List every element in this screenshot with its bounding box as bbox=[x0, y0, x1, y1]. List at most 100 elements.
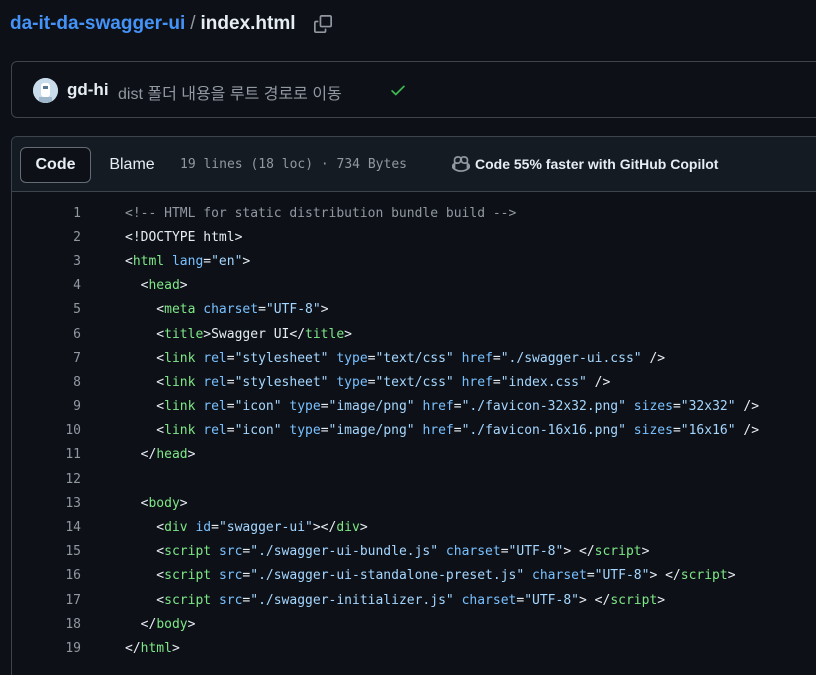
code-token: type bbox=[289, 399, 321, 415]
line-content: </html> bbox=[125, 641, 180, 656]
code-token: "./swagger-initializer.js" bbox=[250, 592, 454, 608]
commit-author[interactable]: gd-hi bbox=[67, 80, 109, 100]
line-number[interactable]: 15 bbox=[12, 544, 81, 559]
code-token: < bbox=[125, 326, 165, 342]
code-token: /> bbox=[735, 423, 760, 439]
check-icon[interactable] bbox=[389, 81, 407, 104]
line-number[interactable]: 11 bbox=[12, 447, 81, 462]
code-token: <!-- HTML for static distribution bundle… bbox=[125, 205, 517, 221]
code-token: "index.css" bbox=[500, 374, 587, 390]
line-content: <script src="./swagger-initializer.js" c… bbox=[125, 593, 665, 608]
code-token: src bbox=[218, 592, 243, 608]
line-number[interactable]: 19 bbox=[12, 641, 81, 656]
line-number[interactable]: 18 bbox=[12, 617, 81, 632]
line-number[interactable]: 6 bbox=[12, 327, 81, 342]
code-token: "./favicon-32x32.png" bbox=[461, 399, 626, 415]
code-token: > bbox=[187, 616, 196, 632]
code-token: < bbox=[125, 253, 133, 269]
code-token: < bbox=[125, 592, 165, 608]
code-token: < bbox=[125, 350, 165, 366]
code-token: charset bbox=[445, 544, 501, 560]
line-number[interactable]: 4 bbox=[12, 278, 81, 293]
code-line: 1 <!-- HTML for static distribution bundl… bbox=[12, 201, 816, 225]
line-number[interactable]: 17 bbox=[12, 593, 81, 608]
line-number[interactable]: 16 bbox=[12, 568, 81, 583]
line-number[interactable]: 13 bbox=[12, 496, 81, 511]
line-number[interactable]: 2 bbox=[12, 230, 81, 245]
code-token: html bbox=[132, 253, 165, 269]
code-token: "stylesheet" bbox=[234, 374, 329, 390]
line-number[interactable]: 12 bbox=[12, 472, 81, 487]
code-token: < bbox=[125, 399, 165, 415]
code-token: type bbox=[336, 350, 368, 366]
code-token: "./swagger-ui-bundle.js" bbox=[250, 544, 439, 560]
code-token: link bbox=[164, 399, 196, 415]
commit-message[interactable]: dist 폴더 내용을 루트 경로로 이동 bbox=[118, 80, 342, 104]
breadcrumb: da-it-da-swagger-ui / index.html bbox=[10, 12, 296, 36]
code-token: </ bbox=[125, 447, 157, 463]
code-token: "icon" bbox=[234, 399, 282, 415]
code-token: </ bbox=[125, 616, 157, 632]
code-token: link bbox=[164, 423, 196, 439]
code-token: script bbox=[164, 592, 212, 608]
code-token: "./swagger-ui-standalone-preset.js" bbox=[250, 568, 525, 584]
code-line: 19 </html> bbox=[12, 636, 816, 660]
code-token: > bbox=[179, 278, 188, 294]
copy-path-button[interactable] bbox=[311, 12, 335, 36]
code-token: "UTF-8" bbox=[524, 592, 579, 608]
blame-tab[interactable]: Blame bbox=[94, 147, 170, 183]
code-token: id bbox=[195, 520, 212, 536]
code-token: href bbox=[461, 374, 493, 390]
line-content: <div id="swagger-ui"></div> bbox=[125, 520, 367, 536]
breadcrumb-separator: / bbox=[190, 13, 196, 34]
line-content: <link rel="stylesheet" type="text/css" h… bbox=[125, 351, 665, 366]
code-token: charset bbox=[532, 568, 587, 584]
code-token: href bbox=[461, 350, 493, 366]
code-line: 6 <title>Swagger UI</title> bbox=[12, 322, 816, 346]
line-content: <body> bbox=[125, 496, 188, 511]
code-tab[interactable]: Code bbox=[20, 147, 91, 183]
code-token: /> bbox=[586, 374, 611, 390]
code-token: "swagger-ui" bbox=[218, 520, 313, 536]
code-token: head bbox=[156, 447, 188, 463]
code-token: type bbox=[336, 374, 368, 390]
line-number[interactable]: 10 bbox=[12, 423, 81, 438]
avatar[interactable] bbox=[33, 78, 58, 103]
code-token: div bbox=[164, 520, 188, 536]
line-number[interactable]: 1 bbox=[12, 206, 81, 221]
line-number[interactable]: 3 bbox=[12, 254, 81, 269]
code-token: > bbox=[187, 447, 196, 463]
line-number[interactable]: 7 bbox=[12, 351, 81, 366]
copilot-promo[interactable]: Code 55% faster with GitHub Copilot bbox=[452, 155, 718, 173]
code-token: src bbox=[218, 544, 243, 560]
line-content: <link rel="icon" type="image/png" href="… bbox=[125, 423, 759, 438]
line-number[interactable]: 5 bbox=[12, 302, 81, 317]
file-name: index.html bbox=[200, 13, 296, 34]
line-number[interactable]: 9 bbox=[12, 399, 81, 414]
line-content: <!DOCTYPE html> bbox=[125, 230, 242, 245]
code-line: 9 <link rel="icon" type="image/png" href… bbox=[12, 395, 816, 419]
code-token: = bbox=[453, 423, 462, 439]
code-token: = bbox=[203, 253, 212, 269]
code-token: html bbox=[140, 640, 172, 656]
code-token: "icon" bbox=[234, 423, 282, 439]
code-token: script bbox=[594, 544, 642, 560]
code-line: 8 <link rel="stylesheet" type="text/css"… bbox=[12, 370, 816, 394]
code-token: > bbox=[320, 302, 329, 318]
code-line: 16 <script src="./swagger-ui-standalone-… bbox=[12, 564, 816, 588]
code-token: = bbox=[226, 399, 235, 415]
line-number[interactable]: 14 bbox=[12, 520, 81, 535]
code-token: href bbox=[422, 423, 454, 439]
code-token: = bbox=[492, 350, 501, 366]
repo-link[interactable]: da-it-da-swagger-ui bbox=[10, 13, 185, 35]
copilot-icon bbox=[452, 156, 470, 172]
code-token: = bbox=[320, 399, 329, 415]
code-token: = bbox=[672, 399, 681, 415]
code-token: > bbox=[179, 495, 188, 511]
line-number[interactable]: 8 bbox=[12, 375, 81, 390]
code-token: head bbox=[148, 278, 180, 294]
code-token: /> bbox=[641, 350, 666, 366]
code-area: 1 <!-- HTML for static distribution bundl… bbox=[12, 201, 816, 661]
